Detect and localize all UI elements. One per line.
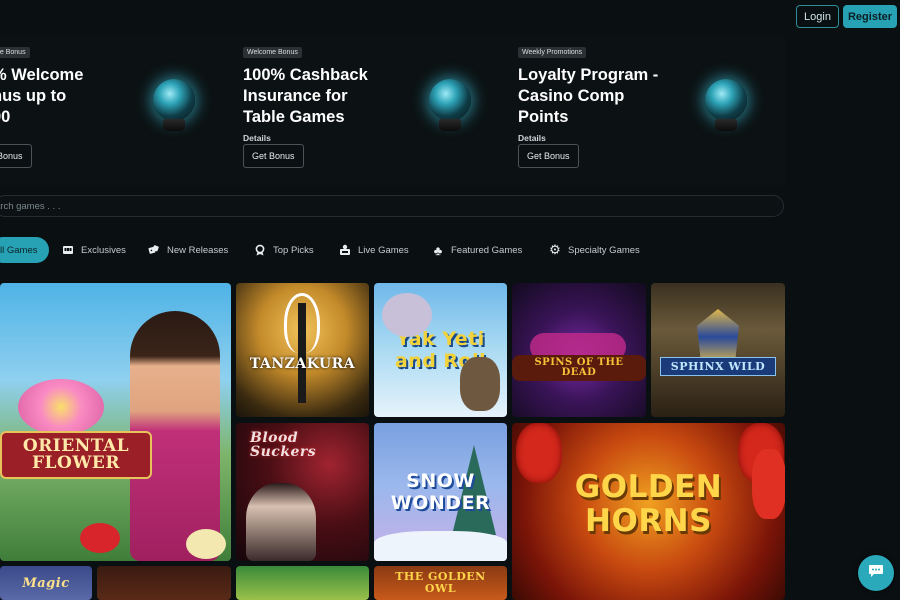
- promo-badge: Welcome Bonus: [243, 47, 302, 58]
- get-bonus-button[interactable]: Get Bonus: [518, 144, 579, 168]
- gear-icon: ⚙: [549, 242, 561, 257]
- game-tile-green[interactable]: [236, 566, 369, 600]
- tab-live-games[interactable]: Live Games: [339, 237, 409, 263]
- tab-label: Specialty Games: [568, 244, 640, 256]
- search-placeholder: arch games . . .: [0, 200, 61, 212]
- chat-button[interactable]: [858, 555, 894, 591]
- login-button[interactable]: Login: [796, 5, 839, 28]
- game-tile-yak-yeti-roll[interactable]: Yak Yeti and Roll: [374, 283, 507, 417]
- tab-label: New Releases: [167, 244, 229, 256]
- game-tile-spins-of-the-dead[interactable]: SPINS of the DEAD: [512, 283, 646, 417]
- game-title: ORIENTAL FLOWER: [22, 436, 130, 473]
- get-bonus-button[interactable]: Get Bonus: [243, 144, 304, 168]
- game-title: Blood Suckers: [250, 430, 317, 460]
- slot-machine-icon: [62, 244, 74, 256]
- game-tile-dark[interactable]: [97, 566, 231, 600]
- game-title: TANZAKURA: [249, 356, 356, 372]
- game-title: SPINS of the DEAD: [512, 355, 646, 381]
- dealer-icon: [339, 244, 351, 256]
- game-title: Magic: [22, 575, 70, 591]
- tab-featured-games[interactable]: ♣ Featured Games: [432, 237, 523, 263]
- tab-exclusives[interactable]: Exclusives: [62, 237, 126, 263]
- register-button[interactable]: Register: [843, 5, 897, 28]
- search-input[interactable]: arch games . . .: [0, 195, 784, 217]
- promo-title: 100% Cashback Insurance for Table Games: [243, 66, 368, 126]
- game-title: SNOW WONDER: [390, 470, 491, 514]
- get-bonus-button[interactable]: Bonus: [0, 144, 32, 168]
- game-tile-tanzakura[interactable]: TANZAKURA: [236, 283, 369, 417]
- dice-icon: [148, 244, 160, 256]
- game-tile-sphinx-wild[interactable]: SPHINX WILD: [651, 283, 785, 417]
- promo-title: % Welcomenus up to00: [0, 66, 84, 126]
- clubs-icon: ♣: [433, 242, 443, 258]
- tab-label: ll Games: [0, 244, 38, 256]
- game-tile-magic[interactable]: Magic: [0, 566, 92, 600]
- tab-label: Exclusives: [81, 244, 126, 256]
- promo-title: Loyalty Program - Casino Comp Points: [518, 66, 659, 126]
- promo-badge: Weekly Promotions: [518, 47, 587, 58]
- chat-icon: [868, 564, 884, 583]
- tab-label: Live Games: [358, 244, 409, 256]
- game-tile-oriental-flower[interactable]: ORIENTAL FLOWER: [0, 283, 231, 561]
- game-title: SPHINX WILD: [659, 356, 777, 376]
- promo-card-cashback: Welcome Bonus 100% Cashback Insurance for…: [243, 35, 513, 185]
- category-tabs: ll Games Exclusives New Releases Top Pic…: [0, 237, 790, 263]
- tab-specialty-games[interactable]: ⚙ Specialty Games: [549, 237, 640, 263]
- promo-badge: ne Bonus: [0, 47, 30, 58]
- game-title: THE GOLDEN OWL: [395, 570, 486, 595]
- tab-all-games[interactable]: ll Games: [0, 237, 49, 263]
- crystal-ball-icon: [151, 79, 197, 133]
- tab-label: Top Picks: [273, 244, 314, 256]
- promo-details-link[interactable]: Details: [243, 133, 271, 143]
- crystal-ball-icon: [427, 79, 473, 133]
- promo-card-loyalty: Weekly Promotions Loyalty Program - Casin…: [518, 35, 785, 185]
- tab-label: Featured Games: [451, 244, 523, 256]
- promo-details-link[interactable]: Details: [518, 133, 546, 143]
- game-tile-golden-owl[interactable]: THE GOLDEN OWL: [374, 566, 507, 600]
- game-tile-golden-horns[interactable]: GOLDEN HORNS: [512, 423, 785, 600]
- game-tile-snow-wonder[interactable]: SNOW WONDER: [374, 423, 507, 561]
- promo-card-welcome: ne Bonus % Welcomenus up to00 s Bonus: [0, 35, 262, 185]
- crystal-ball-icon: [703, 79, 749, 133]
- tab-top-picks[interactable]: Top Picks: [254, 237, 314, 263]
- trophy-icon: [254, 244, 266, 256]
- promo-carousel: ne Bonus % Welcomenus up to00 s Bonus We…: [0, 35, 785, 185]
- game-tile-blood-suckers[interactable]: Blood Suckers: [236, 423, 369, 561]
- tab-new-releases[interactable]: New Releases: [148, 237, 228, 263]
- game-title: GOLDEN HORNS: [574, 468, 723, 539]
